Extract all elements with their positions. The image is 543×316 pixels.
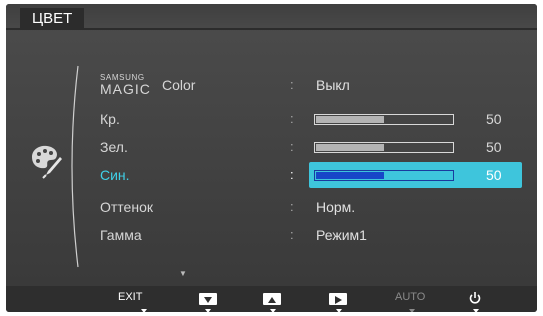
separator: : (290, 227, 294, 242)
up-key (263, 293, 281, 305)
play-icon (335, 296, 342, 304)
red-value: 50 (486, 111, 502, 127)
menu-item-blue[interactable]: Син. : 50 (94, 164, 524, 188)
separator: : (290, 77, 294, 92)
exit-button[interactable]: EXIT (118, 289, 158, 309)
auto-button[interactable]: AUTO (395, 289, 435, 309)
blue-slider[interactable] (314, 170, 454, 181)
exit-button-marker (141, 309, 147, 312)
green-value: 50 (486, 139, 502, 155)
down-button[interactable] (199, 289, 219, 309)
magic-label: MAGIC (100, 81, 151, 97)
blue-value: 50 (486, 167, 502, 183)
menu-item-magic-color[interactable]: SAMSUNG MAGIC Color : Выкл (94, 73, 524, 98)
power-button-marker (473, 309, 479, 312)
tone-value: Норм. (316, 199, 356, 215)
green-slider-fill (316, 144, 384, 151)
gamma-value: Режим1 (316, 227, 367, 243)
separator: : (290, 167, 294, 182)
enter-button[interactable] (329, 289, 349, 309)
red-slider-fill (316, 116, 384, 123)
blue-label: Син. (100, 167, 130, 183)
separator: : (290, 111, 294, 126)
exit-label: EXIT (118, 291, 143, 303)
up-arrow-icon (268, 297, 276, 303)
page-title: ЦВЕТ (32, 10, 73, 27)
menu-item-gamma[interactable]: Гамма : Режим1 (94, 224, 524, 248)
separator: : (290, 139, 294, 154)
power-button[interactable] (466, 289, 486, 309)
red-label: Кр. (100, 111, 120, 127)
up-button[interactable] (263, 289, 283, 309)
osd-menu: ЦВЕТ SAMSUNG MAGIC Color : Выкл Кр.: 50… (6, 4, 537, 312)
scroll-down-icon: ▼ (179, 269, 187, 278)
title-divider (6, 28, 537, 30)
auto-label: AUTO (395, 291, 426, 303)
magic-color-value: Выкл (316, 77, 350, 93)
separator: : (290, 199, 294, 214)
palette-icon (32, 145, 62, 179)
title-bar: ЦВЕТ (6, 4, 537, 30)
button-guide-bar: EXIT AUTO (6, 286, 537, 312)
menu-item-red[interactable]: Кр. : 50 (94, 108, 524, 132)
green-label: Зел. (100, 139, 128, 155)
down-button-marker (205, 309, 211, 312)
power-icon (469, 292, 481, 304)
menu-item-green[interactable]: Зел. : 50 (94, 136, 524, 160)
red-slider[interactable] (314, 114, 454, 125)
tone-label: Оттенок (100, 199, 153, 215)
enter-button-marker (336, 309, 342, 312)
enter-key (329, 293, 347, 305)
color-label: Color (162, 77, 196, 93)
gamma-label: Гамма (100, 227, 142, 243)
green-slider[interactable] (314, 142, 454, 153)
auto-button-marker (409, 309, 415, 312)
menu-item-tone[interactable]: Оттенок : Норм. (94, 196, 524, 220)
osd-main-panel: ЦВЕТ SAMSUNG MAGIC Color : Выкл Кр.: 50… (6, 4, 537, 286)
blue-slider-fill (316, 172, 384, 179)
down-arrow-icon (204, 297, 212, 303)
up-button-marker (270, 309, 276, 312)
down-key (199, 293, 217, 305)
